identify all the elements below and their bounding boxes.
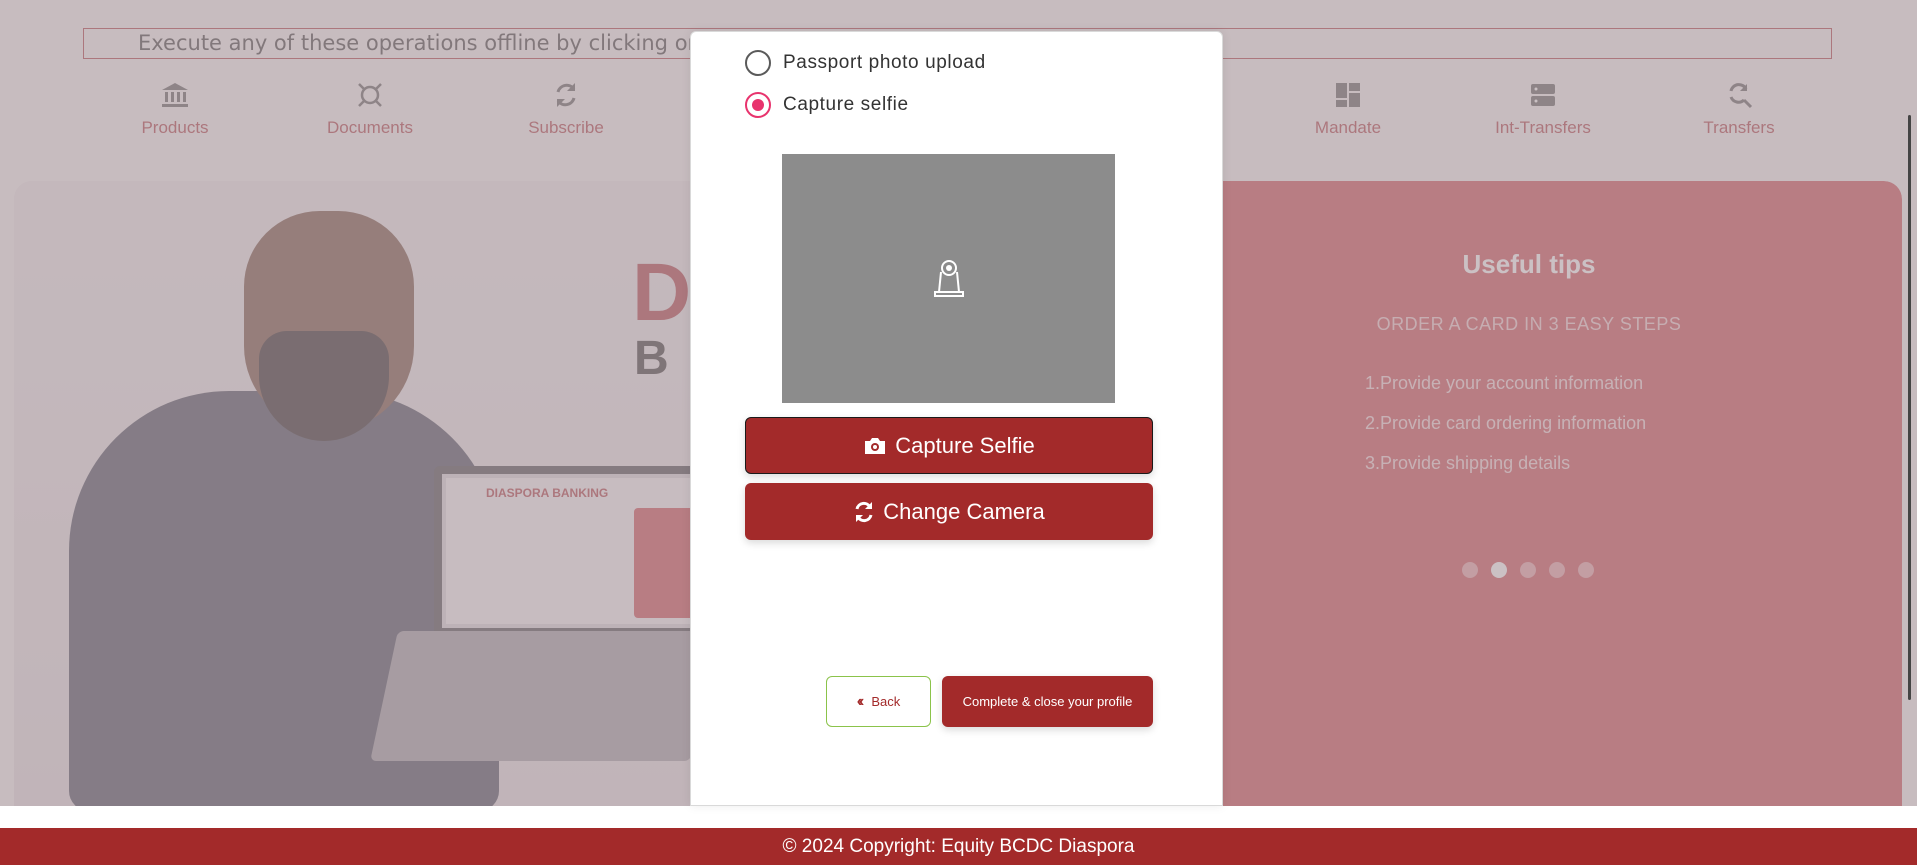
passport-radio-label: Passport photo upload	[783, 52, 986, 73]
double-chevron-left-icon: ‹‹	[856, 692, 864, 710]
capture-selfie-button[interactable]: Capture Selfie	[745, 417, 1153, 474]
selfie-radio-label: Capture selfie	[783, 94, 909, 115]
camera-preview	[782, 154, 1115, 403]
complete-profile-button[interactable]: Complete & close your profile	[942, 676, 1153, 727]
back-button-label: Back	[871, 694, 901, 709]
capture-selfie-label: Capture Selfie	[895, 432, 1035, 458]
change-camera-label: Change Camera	[883, 498, 1045, 524]
back-button[interactable]: ‹‹ Back	[826, 676, 931, 727]
passport-radio[interactable]	[745, 50, 771, 76]
webcam-icon	[933, 259, 964, 297]
change-camera-button[interactable]: Change Camera	[745, 483, 1153, 540]
option-capture-selfie[interactable]: Capture selfie	[745, 92, 909, 118]
refresh-icon	[855, 501, 873, 522]
selfie-radio[interactable]	[745, 92, 771, 118]
footer-copyright: © 2024 Copyright: Equity BCDC Diaspora	[782, 836, 1135, 857]
complete-profile-label: Complete & close your profile	[962, 694, 1133, 709]
selfie-capture-modal: Passport photo upload Capture selfie Cap…	[690, 31, 1223, 806]
page-scrollbar[interactable]	[1908, 115, 1911, 700]
footer: © 2024 Copyright: Equity BCDC Diaspora	[0, 828, 1917, 865]
camera-icon	[865, 437, 886, 454]
option-passport-upload[interactable]: Passport photo upload	[745, 50, 986, 76]
